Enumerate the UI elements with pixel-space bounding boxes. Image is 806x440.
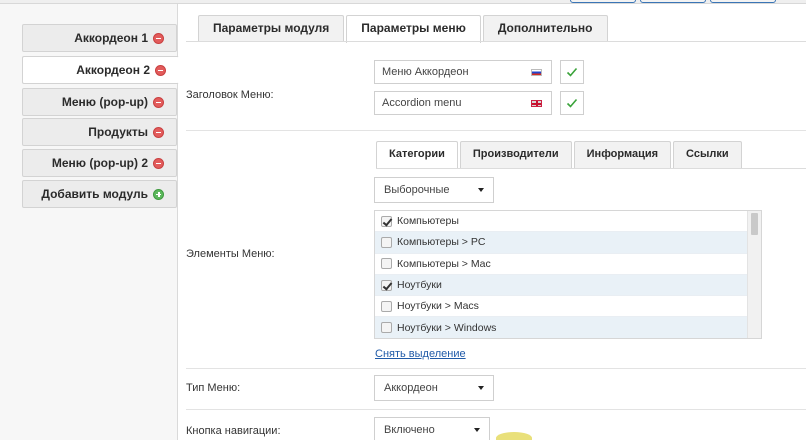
sidebar-item-accordion-2[interactable]: Аккордеон 2 xyxy=(22,56,179,84)
checkbox[interactable] xyxy=(381,215,392,227)
sidebar-item-label: Аккордеон 1 xyxy=(74,31,148,45)
row-divider xyxy=(186,130,806,131)
remove-icon[interactable] xyxy=(153,126,164,138)
clear-selection-link[interactable]: Снять выделение xyxy=(375,348,466,360)
sidebar-item-accordion-1[interactable]: Аккордеон 1 xyxy=(22,24,177,52)
menu-title-label: Заголовок Меню: xyxy=(186,89,274,101)
nav-button-select[interactable]: Включено xyxy=(374,417,490,440)
tab-categories[interactable]: Категории xyxy=(376,141,458,169)
toolbar-button[interactable] xyxy=(710,0,776,3)
sidebar-item-popup-menu-2[interactable]: Меню (pop-up) 2 xyxy=(22,149,177,177)
tab-module-params[interactable]: Параметры модуля xyxy=(198,15,345,42)
toolbar-button[interactable] xyxy=(570,0,636,3)
remove-icon[interactable] xyxy=(153,157,164,169)
menu-title-en-field[interactable]: Accordion menu xyxy=(374,91,552,115)
category-list: Компьютеры Компьютеры > PC Компьютеры > … xyxy=(374,210,762,339)
checkbox[interactable] xyxy=(381,322,392,334)
filter-select-value: Выборочные xyxy=(384,184,450,196)
remove-icon[interactable] xyxy=(155,64,166,76)
list-item[interactable]: Ноутбуки > Macs xyxy=(375,296,761,318)
toolbar-button[interactable] xyxy=(640,0,706,3)
russian-flag-icon xyxy=(531,69,542,76)
filter-select[interactable]: Выборочные xyxy=(374,177,494,203)
add-module-label: Добавить модуль xyxy=(41,187,148,201)
color-preview-icon xyxy=(496,432,532,440)
list-item[interactable]: Компьютеры > PC xyxy=(375,232,761,254)
list-item-label: Компьютеры > PC xyxy=(397,236,486,249)
menu-elements-label: Элементы Меню: xyxy=(186,248,275,260)
checkbox[interactable] xyxy=(381,279,392,291)
tab-information[interactable]: Информация xyxy=(573,141,672,168)
list-item-label: Ноутбуки > Macs xyxy=(397,300,479,313)
list-item-label: Компьютеры > Mac xyxy=(397,257,491,270)
list-scrollbar[interactable] xyxy=(747,211,761,338)
settings-tabs: Параметры модуля Параметры меню Дополнит… xyxy=(198,15,610,43)
checkbox[interactable] xyxy=(381,236,392,248)
sidebar-item-label: Аккордеон 2 xyxy=(76,63,150,77)
subtab-divider xyxy=(376,168,806,169)
sidebar-item-label: Продукты xyxy=(88,125,148,139)
add-icon xyxy=(153,188,164,200)
confirm-ru-button[interactable] xyxy=(560,60,584,84)
sidebar-item-label: Меню (pop-up) 2 xyxy=(51,156,148,170)
check-icon xyxy=(566,67,578,77)
remove-icon[interactable] xyxy=(153,96,164,108)
check-icon xyxy=(566,98,578,108)
menu-type-select[interactable]: Аккордеон xyxy=(374,375,494,401)
list-item-label: Ноутбуки xyxy=(397,279,442,292)
tab-menu-params[interactable]: Параметры меню xyxy=(346,15,481,43)
element-subtabs: Категории Производители Информация Ссылк… xyxy=(376,141,744,169)
chevron-down-icon xyxy=(478,386,484,390)
menu-title-en-value: Accordion menu xyxy=(382,97,462,109)
menu-title-ru-field[interactable]: Меню Аккордеон xyxy=(374,60,552,84)
tab-links[interactable]: Ссылки xyxy=(673,141,742,168)
module-sidebar: Аккордеон 1 Аккордеон 2 Меню (pop-up) Пр… xyxy=(0,4,179,440)
list-item[interactable]: Ноутбуки > Windows xyxy=(375,317,761,338)
list-item[interactable]: Компьютеры xyxy=(375,211,761,233)
chevron-down-icon xyxy=(478,188,484,192)
chevron-down-icon xyxy=(474,428,480,432)
menu-title-ru-value: Меню Аккордеон xyxy=(382,66,469,78)
checkbox[interactable] xyxy=(381,300,392,312)
main-panel: Параметры модуля Параметры меню Дополнит… xyxy=(186,4,806,440)
list-item-label: Ноутбуки > Windows xyxy=(397,321,497,334)
add-module-button[interactable]: Добавить модуль xyxy=(22,180,177,208)
english-flag-icon xyxy=(531,100,542,107)
sidebar-item-products[interactable]: Продукты xyxy=(22,118,177,146)
remove-icon[interactable] xyxy=(153,32,164,44)
nav-button-label: Кнопка навигации: xyxy=(186,425,281,437)
sidebar-item-label: Меню (pop-up) xyxy=(61,95,148,109)
list-item-label: Компьютеры xyxy=(397,215,459,228)
list-item[interactable]: Ноутбуки xyxy=(375,274,761,297)
sidebar-item-popup-menu[interactable]: Меню (pop-up) xyxy=(22,88,177,116)
menu-type-value: Аккордеон xyxy=(384,382,438,394)
list-item[interactable]: Компьютеры > Mac xyxy=(375,254,761,275)
row-divider xyxy=(186,409,806,410)
tab-manufacturers[interactable]: Производители xyxy=(459,141,572,168)
scrollbar-thumb[interactable] xyxy=(751,213,758,235)
tab-additional[interactable]: Дополнительно xyxy=(482,15,608,42)
menu-type-label: Тип Меню: xyxy=(186,382,241,394)
confirm-en-button[interactable] xyxy=(560,91,584,115)
checkbox[interactable] xyxy=(381,258,392,270)
tab-divider xyxy=(186,41,806,42)
row-divider xyxy=(186,368,806,369)
nav-button-value: Включено xyxy=(384,424,435,436)
